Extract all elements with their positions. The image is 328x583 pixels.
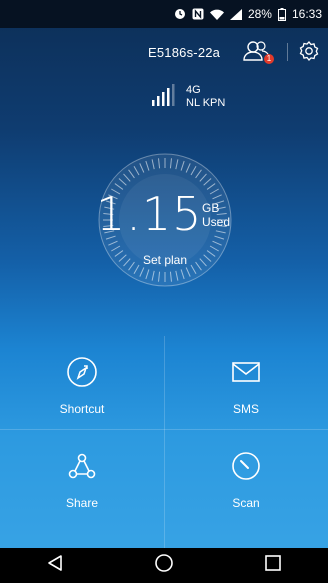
nfc-icon (192, 8, 204, 20)
usage-value: 1.15 (96, 187, 203, 241)
share-label: Share (65, 496, 99, 510)
usage-unit: GB Used (202, 201, 230, 229)
device-name: E5186s-22a (148, 45, 221, 60)
shortcut-label: Shortcut (59, 402, 105, 416)
wifi-icon (209, 9, 224, 20)
sms-tile[interactable]: SMS (164, 336, 328, 442)
home-button[interactable] (144, 551, 184, 581)
recents-icon (264, 554, 282, 577)
network-type: 4G (186, 84, 201, 96)
envelope-icon (230, 356, 262, 388)
back-icon (46, 554, 64, 577)
users-button[interactable]: 1 (242, 38, 274, 66)
scan-tile[interactable]: Scan (164, 430, 328, 536)
notification-badge: 1 (264, 54, 274, 64)
share-icon (66, 450, 98, 482)
battery-icon (277, 7, 286, 21)
network-status: 4G NL KPN (152, 84, 225, 111)
settings-button[interactable] (298, 40, 320, 62)
navigation-bar (0, 548, 328, 583)
back-button[interactable] (35, 551, 75, 581)
scan-label: Scan (232, 496, 260, 510)
top-bar: E5186s-22a 1 (0, 28, 328, 72)
alarm-icon (174, 8, 186, 20)
signal-bars-icon (152, 84, 178, 111)
network-operator: NL KPN (186, 97, 226, 109)
gear-icon (298, 41, 320, 66)
battery-percent: 28% (247, 7, 272, 21)
recents-button[interactable] (253, 551, 293, 581)
app-screen: 28% 16:33 E5186s-22a 1 4G NL KPN 1.15 GB… (0, 0, 328, 583)
set-plan-link[interactable]: Set plan (96, 253, 234, 267)
shortcut-icon (66, 356, 98, 388)
header-divider (287, 43, 288, 61)
sms-label: SMS (232, 402, 259, 416)
data-usage-gauge[interactable]: 1.15 GB Used Set plan (96, 135, 234, 305)
scan-icon (230, 450, 262, 482)
status-bar: 28% 16:33 (0, 0, 328, 28)
status-time: 16:33 (291, 7, 322, 21)
share-tile[interactable]: Share (0, 430, 164, 536)
cell-signal-icon (229, 8, 242, 20)
usage-used-label: Used (202, 215, 231, 229)
home-icon (154, 553, 174, 578)
shortcut-tile[interactable]: Shortcut (0, 336, 164, 442)
usage-unit-label: GB (202, 201, 220, 215)
